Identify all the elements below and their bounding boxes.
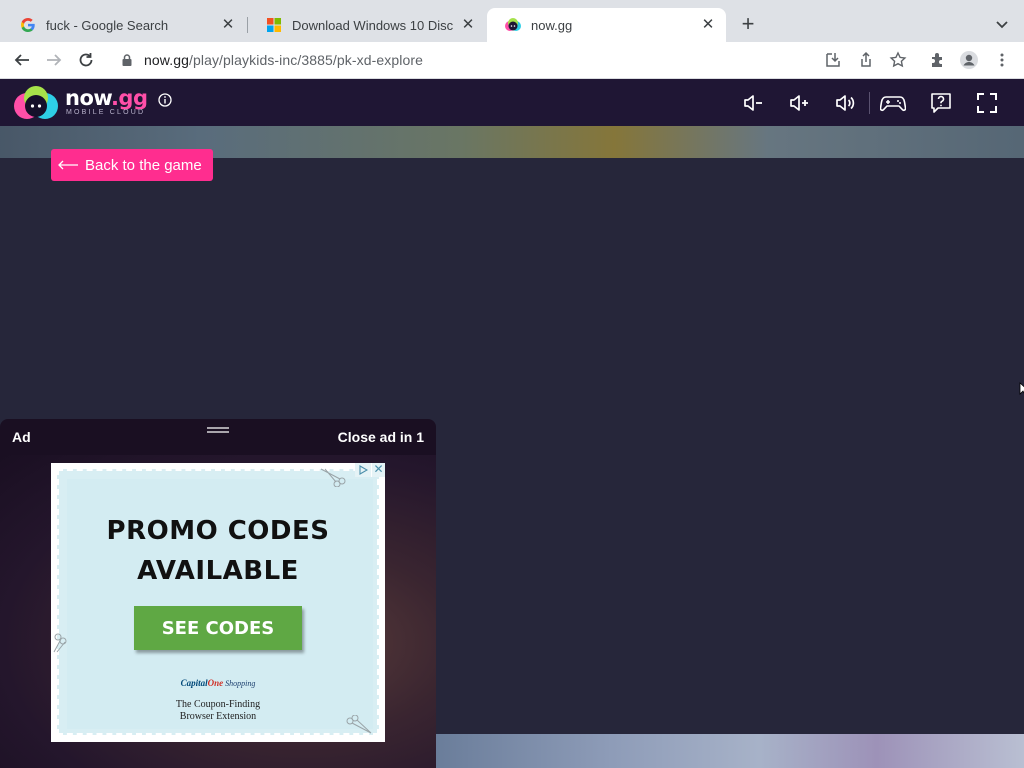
- back-arrow-icon[interactable]: [10, 48, 34, 72]
- logo-subtitle: MOBILE CLOUD: [66, 109, 146, 116]
- microsoft-logo-icon: [266, 17, 282, 33]
- nowgg-header: now.gg MOBILE CLOUD: [0, 79, 1024, 126]
- url-path: /play/playkids-inc/3885/pk-xd-explore: [188, 52, 424, 68]
- tab-title: Download Windows 10 Disc Im: [292, 17, 454, 33]
- game-bottom-strip: [436, 734, 1024, 768]
- mouse-cursor-icon: [1019, 382, 1024, 395]
- browser-tab-strip: fuck - Google Search ✕ Download Windows …: [0, 0, 1024, 42]
- adchoices-badge[interactable]: ✕: [355, 463, 385, 477]
- promo-line-2: AVAILABLE: [137, 556, 299, 586]
- sponsor-product: Shopping: [225, 679, 256, 688]
- nowgg-mascot-icon: [14, 86, 58, 119]
- tab-title: fuck - Google Search: [46, 17, 169, 33]
- forward-arrow-icon[interactable]: [42, 48, 66, 72]
- extensions-puzzle-icon[interactable]: [928, 50, 948, 70]
- promo-line-1: PROMO CODES: [106, 516, 330, 546]
- back-to-game-label: Back to the game: [85, 156, 202, 174]
- arrow-left-icon: [58, 160, 78, 170]
- ad-tagline-1: The Coupon-Finding: [175, 699, 261, 710]
- logo-word-now: now: [65, 86, 111, 110]
- lock-icon[interactable]: [120, 53, 134, 67]
- help-icon[interactable]: [928, 90, 954, 116]
- close-icon[interactable]: ✕: [460, 17, 476, 33]
- ad-panel: Ad Close ad in 1 ✕ PROMO CODES AVAILABLE…: [0, 419, 436, 768]
- header-divider: [869, 92, 870, 114]
- volume-icon[interactable]: [832, 90, 858, 116]
- nowgg-logo-icon: [505, 17, 521, 33]
- url-host: now.gg: [144, 52, 189, 68]
- ad-creative[interactable]: ✕ PROMO CODES AVAILABLE SEE CODES Capita…: [51, 463, 385, 742]
- tab-nowgg[interactable]: now.gg ✕: [487, 8, 726, 42]
- new-tab-plus-icon[interactable]: +: [737, 13, 759, 36]
- see-codes-button[interactable]: SEE CODES: [134, 606, 302, 650]
- address-bar[interactable]: now.gg/play/playkids-inc/3885/pk-xd-expl…: [112, 46, 812, 74]
- back-to-game-button[interactable]: Back to the game: [51, 149, 213, 181]
- promo-headline: PROMO CODES AVAILABLE: [51, 511, 385, 591]
- gamepad-icon[interactable]: [880, 90, 906, 116]
- scissors-icon: [320, 468, 346, 487]
- info-icon[interactable]: [158, 93, 172, 107]
- bookmark-star-icon[interactable]: [888, 50, 908, 70]
- tab-google-search[interactable]: fuck - Google Search ✕: [2, 8, 246, 42]
- menu-kebab-icon[interactable]: [992, 50, 1012, 70]
- ad-label: Ad: [12, 429, 31, 445]
- coupon-border: [57, 469, 379, 735]
- google-g-icon: [20, 17, 36, 33]
- profile-avatar-icon[interactable]: [959, 50, 979, 70]
- logo-wordmark: now.gg: [65, 86, 148, 110]
- ad-close-icon[interactable]: ✕: [371, 463, 385, 477]
- chevron-down-icon[interactable]: [992, 14, 1012, 34]
- close-ad-countdown[interactable]: Close ad in 1: [338, 429, 424, 445]
- tab-download-windows[interactable]: Download Windows 10 Disc Im ✕: [248, 8, 486, 42]
- sponsor-brand-2: One: [207, 678, 224, 688]
- ad-tagline: The Coupon-Finding Browser Extension: [51, 699, 385, 723]
- close-icon[interactable]: ✕: [220, 17, 236, 33]
- url-text: now.gg/play/playkids-inc/3885/pk-xd-expl…: [144, 52, 423, 68]
- tab-title: now.gg: [531, 17, 573, 33]
- nowgg-logo[interactable]: now.gg MOBILE CLOUD: [13, 85, 153, 121]
- close-icon[interactable]: ✕: [700, 17, 716, 33]
- capital-one-shopping-logo: CapitalOne Shopping: [51, 678, 385, 688]
- adchoices-icon[interactable]: [355, 463, 371, 477]
- scissors-icon: [53, 633, 67, 653]
- share-icon[interactable]: [856, 50, 876, 70]
- volume-up-icon[interactable]: [786, 90, 812, 116]
- fullscreen-icon[interactable]: [974, 90, 1000, 116]
- install-app-icon[interactable]: [823, 50, 843, 70]
- drag-handle-icon[interactable]: [207, 426, 229, 434]
- logo-word-gg: .gg: [110, 86, 148, 110]
- volume-down-icon[interactable]: [740, 90, 766, 116]
- ad-tagline-2: Browser Extension: [179, 711, 257, 722]
- sponsor-brand: Capital: [180, 678, 208, 688]
- browser-toolbar: now.gg/play/playkids-inc/3885/pk-xd-expl…: [0, 42, 1024, 79]
- reload-icon[interactable]: [74, 48, 98, 72]
